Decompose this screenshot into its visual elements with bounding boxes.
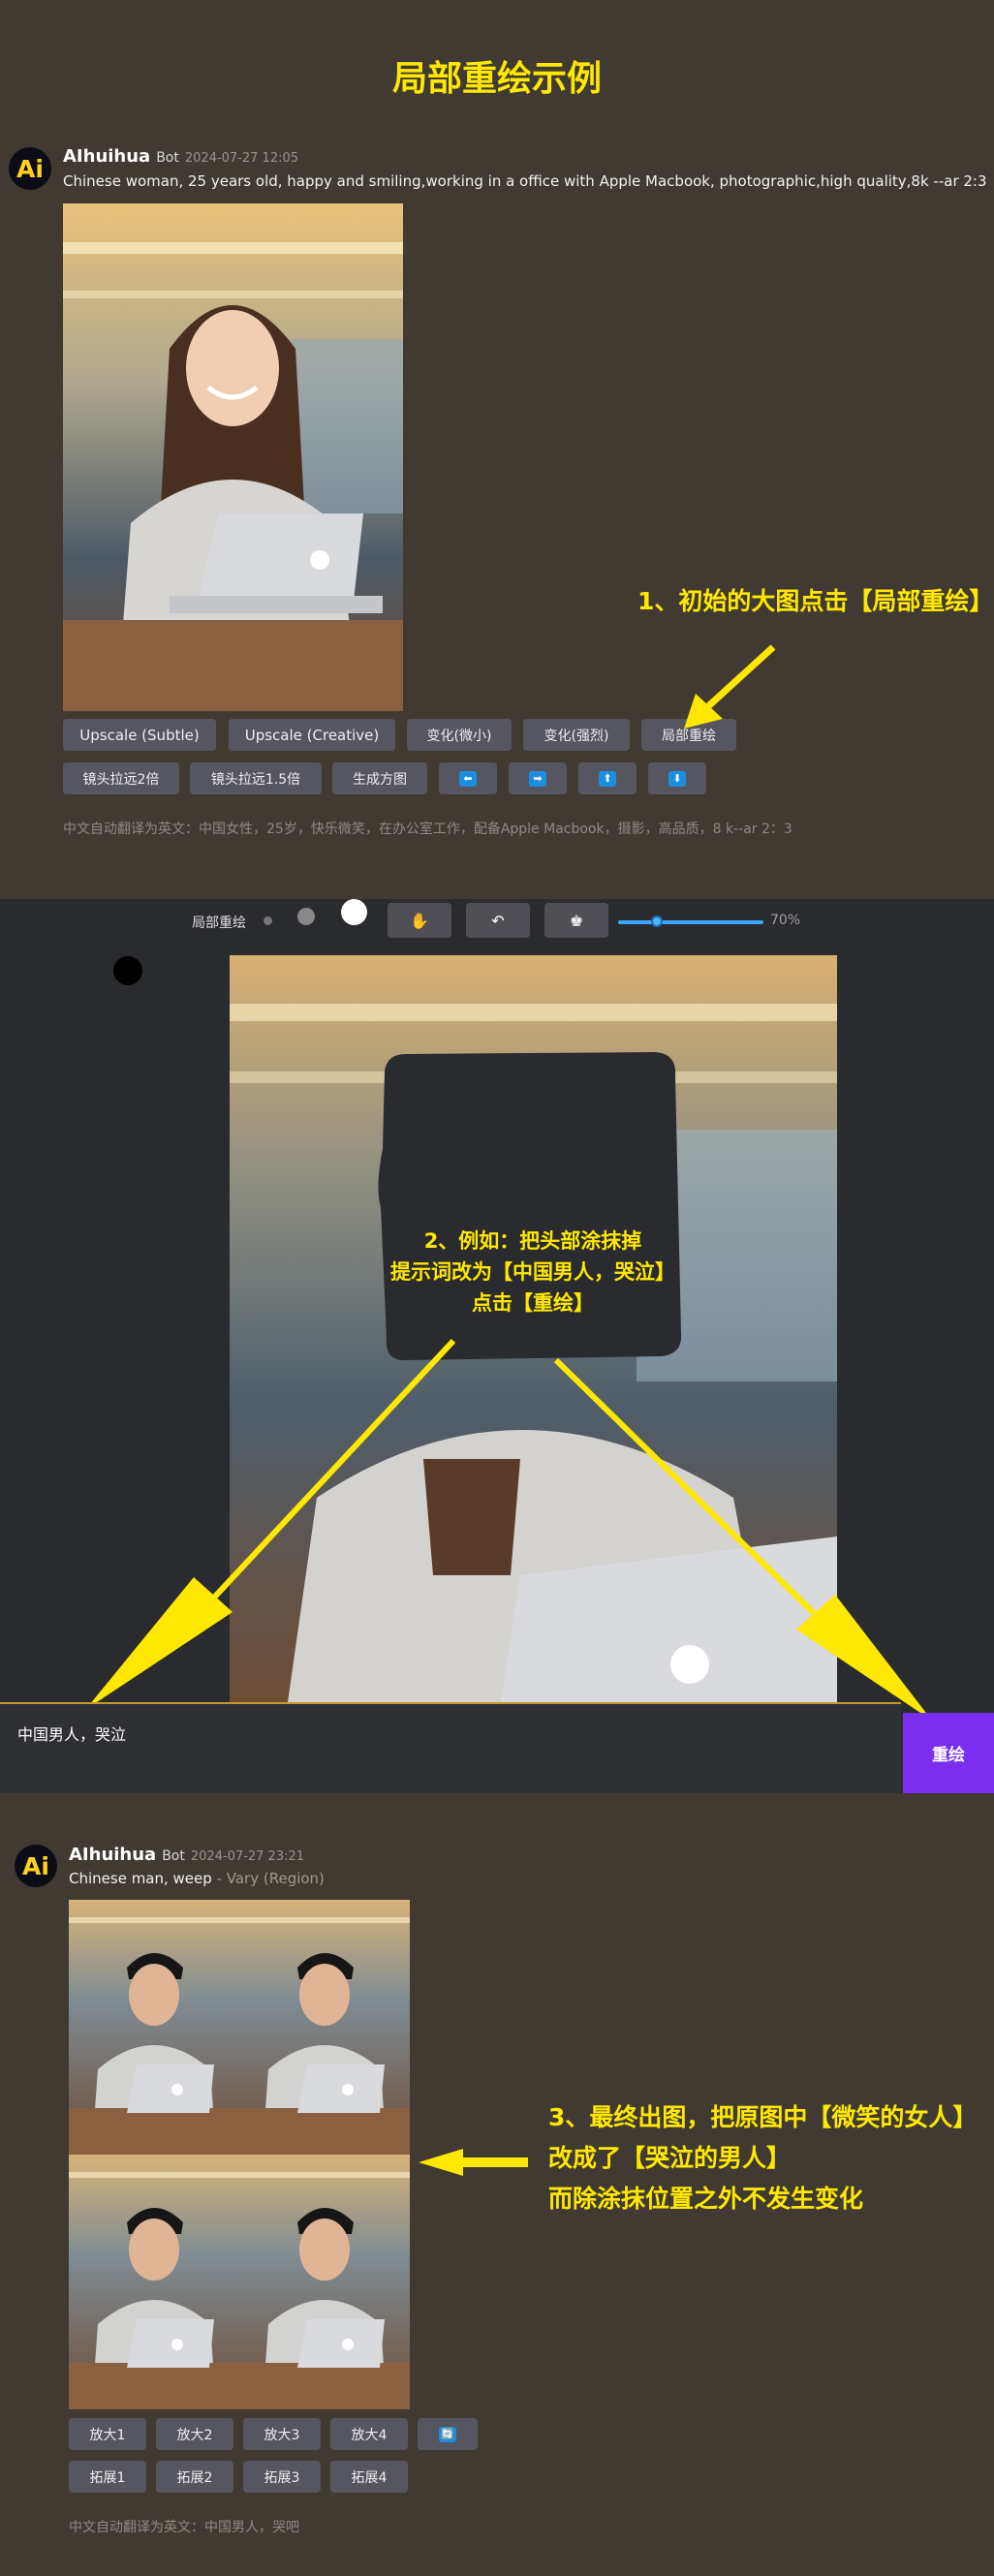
refresh-icon: 🔄 — [439, 2426, 456, 2442]
annotation-step2: 2、例如：把头部涂抹掉 提示词改为【中国男人，哭泣】 点击【重绘】 — [388, 1226, 678, 1319]
translation-note-2: 中文自动翻译为英文：中国男人，哭吧 — [69, 2520, 299, 2535]
upscale-subtle-button[interactable]: Upscale (Subtle) — [63, 719, 216, 751]
brush-cursor — [113, 956, 142, 985]
annotation-step3-line1: 3、最终出图，把原图中【微笑的女人】 — [548, 2103, 978, 2131]
message-timestamp-2: 2024-07-27 23:21 — [190, 1849, 305, 1864]
annotation-arrow-2a — [85, 1338, 456, 1710]
arrow-down-icon: ⬇ — [668, 770, 686, 787]
message-prompt-2: Chinese man, weep - Vary (Region) — [69, 1870, 325, 1887]
annotation-step3-line3: 而除涂抹位置之外不发生变化 — [548, 2185, 864, 2213]
hand-icon: ✋ — [410, 911, 429, 930]
clear-button[interactable]: ♚ — [544, 903, 608, 938]
upscale-4-button[interactable]: 放大4 — [330, 2418, 408, 2450]
arrow-right-icon: ➡ — [529, 770, 546, 787]
upscale-creative-button[interactable]: Upscale (Creative) — [229, 719, 395, 751]
brush-size-large[interactable] — [341, 899, 367, 925]
annotation-step1: 1、初始的大图点击【局部重绘】 — [637, 587, 994, 615]
message-timestamp: 2024-07-27 12:05 — [184, 151, 299, 166]
make-square-button[interactable]: 生成方图 — [332, 762, 427, 794]
result-image-grid[interactable] — [69, 1900, 410, 2409]
pan-right-button[interactable]: ➡ — [509, 762, 567, 794]
annotation-arrow-3 — [419, 2149, 528, 2176]
annotation-arrow-2b — [553, 1357, 932, 1721]
page-title: 局部重绘示例 — [391, 59, 602, 99]
pan-left-button[interactable]: ⬅ — [439, 762, 497, 794]
prompt-input[interactable]: 中国男人，哭泣 — [0, 1702, 901, 1793]
upscale-3-button[interactable]: 放大3 — [243, 2418, 321, 2450]
bot-tag-2: Bot — [162, 1848, 185, 1864]
annotation-step2-line1: 2、例如：把头部涂抹掉 — [423, 1229, 642, 1253]
brush-size-medium[interactable] — [297, 908, 315, 925]
annotation-step3: 3、最终出图，把原图中【微笑的女人】 改成了【哭泣的男人】 而除涂抹位置之外不发… — [548, 2097, 977, 2219]
pan-down-button[interactable]: ⬇ — [648, 762, 706, 794]
arrow-left-icon: ⬅ — [459, 770, 477, 787]
erase-icon: ♚ — [569, 911, 584, 930]
annotation-arrow-1 — [684, 644, 776, 729]
vary-subtle-button[interactable]: 变化(微小) — [407, 719, 512, 751]
expand-3-button[interactable]: 拓展3 — [243, 2461, 321, 2493]
editor-title: 局部重绘 — [192, 916, 246, 931]
zoom-value: 70% — [770, 913, 801, 928]
hand-tool-button[interactable]: ✋ — [388, 903, 451, 938]
author-name-2[interactable]: AIhuihua — [69, 1845, 156, 1865]
annotation-step2-line3: 点击【重绘】 — [472, 1291, 594, 1315]
bot-avatar-2[interactable]: Ai — [15, 1845, 57, 1887]
translation-note: 中文自动翻译为英文：中国女性，25岁，快乐微笑，在办公室工作，配备Apple M… — [63, 822, 792, 837]
expand-1-button[interactable]: 拓展1 — [69, 2461, 146, 2493]
brush-size-small[interactable] — [264, 916, 272, 925]
expand-4-button[interactable]: 拓展4 — [330, 2461, 408, 2493]
zoom-out-1-5x-button[interactable]: 镜头拉远1.5倍 — [190, 762, 322, 794]
prompt-suffix-2: - Vary (Region) — [216, 1870, 325, 1887]
annotation-step3-line2: 改成了【哭泣的男人】 — [548, 2144, 792, 2172]
annotation-step2-line2: 提示词改为【中国男人，哭泣】 — [390, 1260, 675, 1284]
vary-strong-button[interactable]: 变化(强烈) — [523, 719, 630, 751]
bot-avatar[interactable]: Ai — [9, 147, 51, 190]
arrow-up-icon: ⬆ — [599, 770, 616, 787]
undo-button[interactable]: ↶ — [466, 903, 530, 938]
message-author: AIhuihua Bot 2024-07-27 12:05 — [63, 146, 298, 167]
message-prompt: Chinese woman, 25 years old, happy and s… — [63, 172, 987, 190]
generated-image-woman[interactable] — [63, 203, 403, 711]
undo-icon: ↶ — [491, 911, 505, 930]
zoom-slider-thumb[interactable] — [651, 916, 663, 927]
expand-2-button[interactable]: 拓展2 — [156, 2461, 233, 2493]
bot-tag: Bot — [156, 150, 179, 166]
reroll-button[interactable]: 🔄 — [418, 2418, 478, 2450]
author-name[interactable]: AIhuihua — [63, 146, 150, 167]
zoom-slider[interactable] — [618, 920, 763, 924]
redraw-submit-button[interactable]: 重绘 — [903, 1713, 994, 1793]
prompt-text-2: Chinese man, weep — [69, 1870, 212, 1887]
upscale-2-button[interactable]: 放大2 — [156, 2418, 233, 2450]
message-author-2: AIhuihua Bot 2024-07-27 23:21 — [69, 1845, 304, 1865]
pan-up-button[interactable]: ⬆ — [578, 762, 637, 794]
zoom-out-2x-button[interactable]: 镜头拉远2倍 — [63, 762, 179, 794]
upscale-1-button[interactable]: 放大1 — [69, 2418, 146, 2450]
